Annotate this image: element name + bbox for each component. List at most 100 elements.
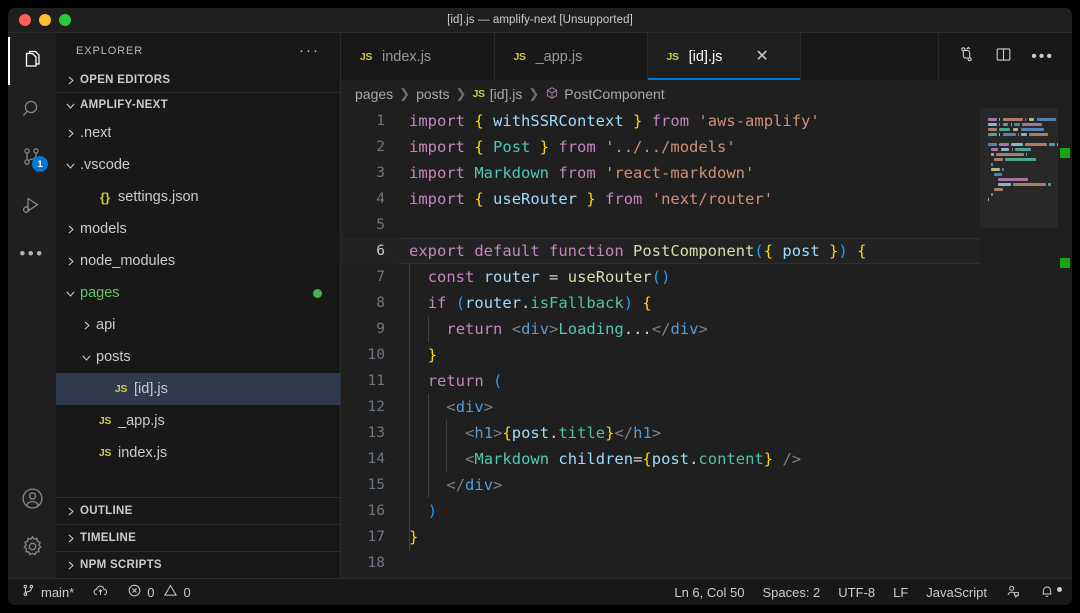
activity-item-run-and-debug[interactable] xyxy=(8,181,56,229)
tree-item-posts[interactable]: posts xyxy=(56,341,340,373)
status-notifications[interactable] xyxy=(1030,583,1064,602)
notification-indicator xyxy=(1057,587,1062,592)
section-timeline[interactable]: TIMELINE xyxy=(56,525,340,552)
tree-item-node-modules[interactable]: node_modules xyxy=(56,245,340,277)
status-sync[interactable] xyxy=(83,583,118,602)
activity-item-accounts[interactable] xyxy=(8,474,56,522)
warning-count: 0 xyxy=(183,585,190,600)
tree-item--vscode[interactable]: .vscode xyxy=(56,149,340,181)
tree-item--id-js[interactable]: JS[id].js xyxy=(56,373,340,405)
code-line-17[interactable]: 17} xyxy=(341,524,980,550)
minimap-slider[interactable] xyxy=(980,108,1058,228)
indent-guide xyxy=(409,394,410,420)
tree-item-label: .vscode xyxy=(80,157,130,173)
breadcrumb[interactable]: pages❯posts❯JS[id].js❯PostComponent xyxy=(341,80,1072,108)
close-tab-button[interactable]: ✕ xyxy=(755,49,768,65)
code-line-9[interactable]: 9 return <div>Loading...</div> xyxy=(341,316,980,342)
line-number: 15 xyxy=(341,472,409,498)
tree-indent-guide xyxy=(94,381,110,397)
status-indentation[interactable]: Spaces: 2 xyxy=(753,585,829,600)
code-line-text: } xyxy=(409,342,980,368)
chevron-right-icon xyxy=(62,530,78,546)
more-actions-icon[interactable]: ••• xyxy=(1031,48,1054,66)
code-line-15[interactable]: 15 </div> xyxy=(341,472,980,498)
section-open-editors[interactable]: OPEN EDITORS xyxy=(56,68,340,92)
status-live-share[interactable] xyxy=(996,583,1030,602)
overview-ruler[interactable] xyxy=(1058,108,1072,578)
explorer-actions-icon[interactable]: ··· xyxy=(299,42,320,59)
breadcrumb-item-posts[interactable]: posts xyxy=(416,86,449,102)
activity-item-search[interactable] xyxy=(8,85,56,133)
line-number: 9 xyxy=(341,316,409,342)
section-amplify-next[interactable]: AMPLIFY-NEXT xyxy=(56,92,340,117)
breadcrumb-item-postcomponent[interactable]: PostComponent xyxy=(545,86,664,103)
window-controls[interactable] xyxy=(8,14,71,26)
split-editor-right-icon[interactable] xyxy=(994,45,1013,69)
tree-item-api[interactable]: api xyxy=(56,309,340,341)
code-line-text: return <div>Loading...</div> xyxy=(409,316,980,342)
close-window-button[interactable] xyxy=(19,14,31,26)
activity-item-settings[interactable] xyxy=(8,522,56,570)
activity-bar: 1 ••• xyxy=(8,33,56,578)
line-number: 18 xyxy=(341,550,409,576)
activity-item-explorer[interactable] xyxy=(8,37,56,85)
chevron-right-icon xyxy=(62,253,78,269)
minimize-window-button[interactable] xyxy=(39,14,51,26)
tree-item-settings-json[interactable]: {}settings.json xyxy=(56,181,340,213)
section-outline-label: OUTLINE xyxy=(80,505,133,517)
editor-group: JSindex.js✕JS_app.js✕JS[id].js✕••• pages… xyxy=(341,33,1072,578)
status-cursor-position[interactable]: Ln 6, Col 50 xyxy=(665,585,753,600)
code-line-5[interactable]: 5 xyxy=(341,212,980,238)
section-npm-scripts[interactable]: NPM SCRIPTS xyxy=(56,552,340,578)
section-outline[interactable]: OUTLINE xyxy=(56,498,340,525)
breadcrumb-item--id-js[interactable]: JS[id].js xyxy=(472,86,522,102)
tree-item-models[interactable]: models xyxy=(56,213,340,245)
status-branch[interactable]: main* xyxy=(12,583,83,601)
file-tree[interactable]: .next .vscode {}settings.jsonmodels node_mo… xyxy=(56,117,340,497)
code-line-6[interactable]: 6export default function PostComponent({… xyxy=(341,238,980,264)
code-editor[interactable]: 1import { withSSRContext } from 'aws-amp… xyxy=(341,108,980,578)
error-icon xyxy=(127,583,142,601)
status-encoding[interactable]: UTF-8 xyxy=(829,585,884,600)
split-editor-down-icon[interactable] xyxy=(957,45,976,69)
workbench: 1 ••• xyxy=(8,33,1072,578)
code-line-14[interactable]: 14 <Markdown children={post.content} /> xyxy=(341,446,980,472)
code-line-13[interactable]: 13 <h1>{post.title}</h1> xyxy=(341,420,980,446)
editor-tab-index-js[interactable]: JSindex.js✕ xyxy=(341,33,495,80)
tree-item--app-js[interactable]: JS_app.js xyxy=(56,405,340,437)
status-eol[interactable]: LF xyxy=(884,585,917,600)
code-line-3[interactable]: 3import Markdown from 'react-markdown' xyxy=(341,160,980,186)
tree-item-pages[interactable]: pages xyxy=(56,277,340,309)
code-line-11[interactable]: 11 return ( xyxy=(341,368,980,394)
tree-item-label: pages xyxy=(80,285,120,301)
status-bar: main* 0 xyxy=(8,578,1072,605)
code-line-10[interactable]: 10 } xyxy=(341,342,980,368)
code-line-18[interactable]: 18 xyxy=(341,550,980,576)
overview-ruler-mark xyxy=(1060,258,1070,268)
search-icon xyxy=(20,97,44,121)
editor-tab--app-js[interactable]: JS_app.js✕ xyxy=(495,33,648,80)
status-language-mode[interactable]: JavaScript xyxy=(917,585,996,600)
activity-item-source-control[interactable]: 1 xyxy=(8,133,56,181)
code-line-1[interactable]: 1import { withSSRContext } from 'aws-amp… xyxy=(341,108,980,134)
code-line-2[interactable]: 2import { Post } from '../../models' xyxy=(341,134,980,160)
code-line-8[interactable]: 8 if (router.isFallback) { xyxy=(341,290,980,316)
editor-tab--id-js[interactable]: JS[id].js✕ xyxy=(648,33,801,80)
status-problems[interactable]: 0 0 xyxy=(118,583,199,601)
tree-item--next[interactable]: .next xyxy=(56,117,340,149)
tree-item-label: settings.json xyxy=(118,189,199,205)
tree-item-label: node_modules xyxy=(80,253,175,269)
chevron-right-icon xyxy=(78,317,94,333)
code-line-4[interactable]: 4import { useRouter } from 'next/router' xyxy=(341,186,980,212)
tree-item-index-js[interactable]: JSindex.js xyxy=(56,437,340,469)
breadcrumb-item-pages[interactable]: pages xyxy=(355,86,393,102)
activity-item-more-views[interactable]: ••• xyxy=(8,229,56,277)
code-line-7[interactable]: 7 const router = useRouter() xyxy=(341,264,980,290)
code-line-12[interactable]: 12 <div> xyxy=(341,394,980,420)
editor-tab-bar[interactable]: JSindex.js✕JS_app.js✕JS[id].js✕ ••• xyxy=(341,33,1072,80)
breadcrumb-label: PostComponent xyxy=(564,86,664,102)
minimap[interactable] xyxy=(980,108,1058,578)
code-line-16[interactable]: 16 ) xyxy=(341,498,980,524)
zoom-window-button[interactable] xyxy=(59,14,71,26)
tree-item-label: [id].js xyxy=(134,381,168,397)
